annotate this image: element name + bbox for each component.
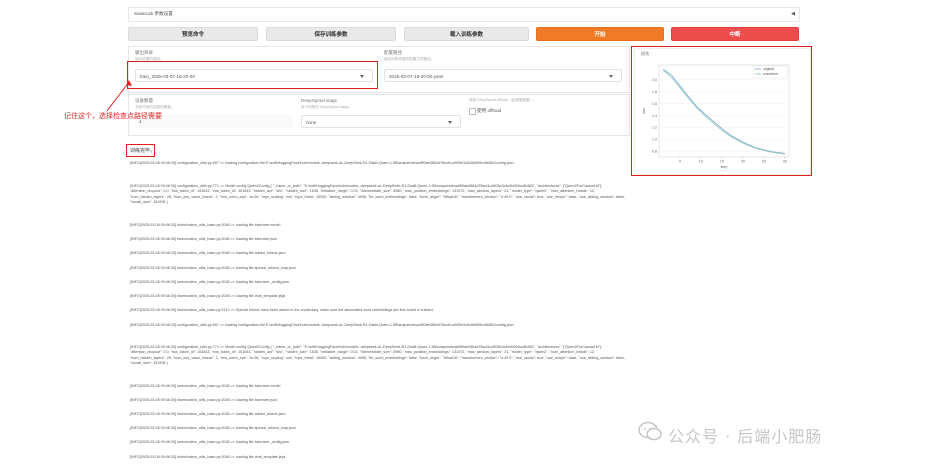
status-text: 训练完毕。 — [130, 148, 156, 154]
offload-checkbox[interactable] — [469, 108, 476, 115]
save-args-button[interactable]: 保存训练参数 — [266, 27, 396, 41]
x-axis-label: step — [721, 165, 728, 169]
y-axis-label: loss — [642, 108, 646, 115]
y-tick-label: 1.2 — [652, 126, 657, 130]
config-path-select[interactable]: 2025-03-07-18-20-00.yaml — [384, 69, 622, 82]
log-line: [INFO|2025-03-08 09:46:30] configuration… — [130, 345, 625, 366]
x-tick-label: 10 — [699, 160, 703, 164]
device-count-hint: 当前可用的运算设备数。 — [135, 105, 175, 109]
y-tick-label: 2.0 — [652, 78, 657, 82]
abort-button[interactable]: 中断 — [671, 27, 799, 41]
offload-hint: 使用 DeepSpeed offload（会减慢速度）。 — [469, 98, 537, 102]
config-path-label: 配置路径 — [384, 50, 402, 55]
log-line: [INFO|2025-03-08 09:46:30] configuration… — [130, 323, 514, 327]
log-line: [INFO|2025-03-08 09:46:30] tokenization_… — [130, 223, 281, 227]
legend-label: original — [763, 67, 774, 71]
y-tick-label: 0.8 — [652, 149, 657, 153]
deepspeed-select[interactable]: none — [301, 115, 461, 128]
caret-left-icon: ◀ — [791, 11, 795, 17]
loss-chart: 0.8 1.0 1.2 1.4 1.6 1.8 2.0 5 10 15 20 25 30 step loss… — [642, 64, 790, 169]
watermark-text: 公众号 · 后端小肥肠 — [668, 427, 823, 446]
log-line: [INFO|2025-03-08 09:46:30] configuration… — [130, 184, 625, 205]
log-line: [INFO|2025-03-08 09:46:30] tokenization_… — [130, 280, 290, 284]
y-tick-label: 1.6 — [652, 102, 657, 106]
annotation-arrow — [106, 80, 132, 112]
offload-label: 使用 offload — [477, 108, 502, 113]
x-tick-label: 25 — [762, 160, 766, 164]
deepspeed-label: DeepSpeed stage — [301, 98, 338, 103]
accordion-label: SwanLab 参数设置 — [134, 11, 173, 16]
preview-command-button[interactable]: 预览命令 — [128, 27, 258, 41]
log-line: [INFO|2025-03-08 09:46:30] tokenization_… — [130, 440, 290, 444]
plot-area — [658, 64, 790, 158]
x-tick-label: 5 — [679, 160, 681, 164]
output-dir-highlight — [127, 61, 378, 89]
log-line: [INFO|2025-03-08 09:46:30] tokenization_… — [130, 294, 286, 298]
deepspeed-value: none — [306, 120, 317, 125]
load-args-button[interactable]: 载入训练参数 — [404, 27, 529, 41]
config-path-hint: 保存训练参数的配置文件路径。 — [384, 57, 435, 61]
log-line: [INFO|2025-03-08 09:46:30] tokenization_… — [130, 455, 286, 459]
deepspeed-hint: 多卡训练的 DeepSpeed stage。 — [301, 105, 353, 109]
log-line: [INFO|2025-03-08 09:46:30] tokenization_… — [130, 426, 296, 430]
swanlab-accordion[interactable]: SwanLab 参数设置 ◀ — [128, 7, 800, 22]
log-line: [INFO|2025-03-08 09:46:30] tokenization_… — [130, 398, 278, 402]
config-path-value: 2025-03-07-18-20-00.yaml — [389, 74, 444, 79]
legend-label: smoothed — [763, 72, 778, 76]
log-line: [INFO|2025-03-08 09:46:30] tokenization_… — [130, 308, 434, 312]
x-tick-label: 30 — [783, 160, 787, 164]
log-line: [INFO|2025-03-08 09:46:30] tokenization_… — [130, 251, 286, 255]
loss-chart-panel: 损失 0.8 1.0 1.2 1.4 1.6 1.8 2.0 5 10 15 20 25 30 step l… — [634, 48, 811, 175]
y-tick-label: 1.8 — [652, 90, 657, 94]
y-tick-label: 1.4 — [652, 114, 657, 118]
x-tick-label: 20 — [741, 160, 745, 164]
log-line: [INFO|2025-03-08 09:46:30] tokenization_… — [130, 384, 281, 388]
y-tick-label: 1.0 — [652, 137, 657, 141]
x-tick-label: 15 — [720, 160, 724, 164]
log-line: [INFO|2025-03-08 09:46:30] tokenization_… — [130, 237, 278, 241]
log-line: [INFO|2025-03-08 09:46:30] configuration… — [130, 161, 514, 165]
wechat-logo-icon — [638, 421, 662, 441]
log-line: [INFO|2025-03-08 09:46:30] tokenization_… — [130, 266, 296, 270]
start-button[interactable]: 开始 — [536, 27, 664, 41]
device-count-label: 设备数量 — [135, 98, 153, 103]
device-settings-panel: 设备数量 当前可用的运算设备数。 1 DeepSpeed stage 多卡训练的… — [128, 94, 630, 136]
chevron-down-icon — [448, 121, 452, 124]
chevron-down-icon — [609, 75, 613, 78]
output-dir-label: 输出目录 — [135, 50, 153, 55]
log-line: [INFO|2025-03-08 09:46:30] tokenization_… — [130, 412, 286, 416]
